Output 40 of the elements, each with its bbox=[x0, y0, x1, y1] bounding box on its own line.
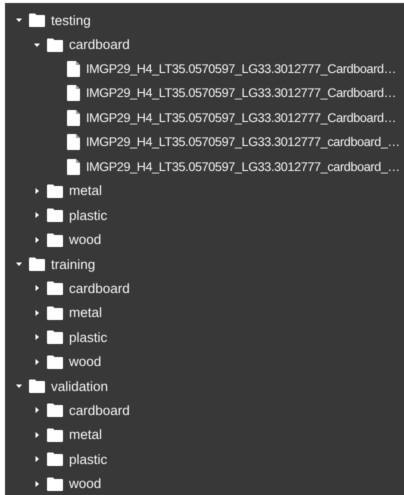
folder-icon bbox=[29, 257, 45, 272]
folder-name[interactable]: metal bbox=[69, 305, 102, 320]
folder-name[interactable]: cardboard bbox=[69, 402, 130, 418]
folder-icon bbox=[29, 379, 45, 394]
folder-name[interactable]: cardboard bbox=[69, 280, 130, 296]
folder-icon bbox=[47, 403, 63, 418]
folder-icon bbox=[47, 208, 63, 222]
folder-icon bbox=[47, 38, 63, 52]
folder-icon bbox=[47, 428, 63, 442]
folder-icon bbox=[47, 184, 63, 198]
folder-name[interactable]: training bbox=[51, 256, 96, 272]
folder-name[interactable]: wood bbox=[69, 354, 102, 370]
folder-name[interactable]: plastic bbox=[69, 208, 108, 223]
file-name[interactable]: IMGP29_H4_LT35.0570597_LG33.3012777_Cardboard… bbox=[86, 110, 396, 125]
file-name[interactable]: IMGP29_H4_LT35.0570597_LG33.3012777_Cardboard… bbox=[86, 86, 396, 100]
file-icon bbox=[67, 85, 80, 102]
folder-icon bbox=[47, 232, 63, 247]
folder-name[interactable]: wood bbox=[69, 476, 102, 492]
folder-name[interactable]: validation bbox=[51, 378, 108, 394]
folder-name[interactable]: metal bbox=[69, 427, 102, 442]
folder-icon bbox=[47, 476, 63, 491]
folder-name[interactable]: metal bbox=[69, 183, 102, 198]
file-name[interactable]: IMGP29_H4_LT35.0570597_LG33.3012777_cardboard_… bbox=[86, 160, 400, 174]
folder-icon bbox=[29, 13, 45, 28]
file-icon bbox=[67, 158, 80, 175]
file-icon bbox=[67, 60, 80, 77]
file-name[interactable]: IMGP29_H4_LT35.0570597_LG33.3012777_cardboard_… bbox=[86, 135, 400, 150]
file-icon bbox=[67, 110, 80, 126]
folder-name[interactable]: cardboard bbox=[69, 37, 130, 52]
folder-icon bbox=[47, 281, 63, 296]
folder-name[interactable]: wood bbox=[69, 232, 102, 248]
folder-name[interactable]: plastic bbox=[69, 330, 108, 345]
file-name[interactable]: IMGP29_H4_LT35.0570597_LG33.3012777_Cardboard… bbox=[86, 62, 396, 76]
folder-icon bbox=[47, 452, 63, 466]
folder-icon bbox=[47, 330, 63, 344]
folder-name[interactable]: plastic bbox=[69, 452, 108, 467]
folder-icon bbox=[47, 306, 63, 320]
folder-name[interactable]: testing bbox=[51, 12, 91, 28]
folder-icon bbox=[47, 354, 63, 369]
file-icon bbox=[67, 134, 80, 150]
